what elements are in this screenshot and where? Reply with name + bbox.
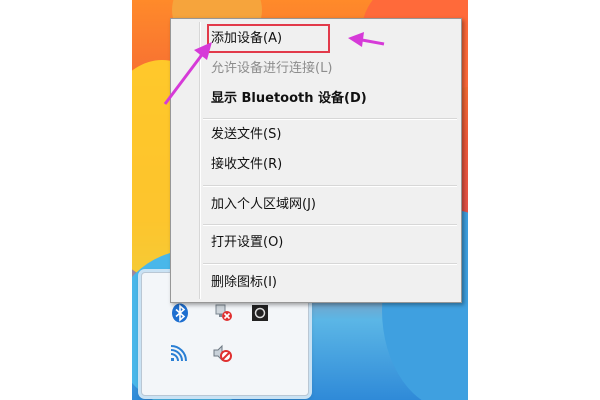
menu-separator xyxy=(203,263,457,265)
menu-item-show-devices[interactable]: 显示 Bluetooth 设备(D) xyxy=(211,89,367,109)
menu-item-receive-file[interactable]: 接收文件(R) xyxy=(211,155,282,175)
wifi-icon[interactable] xyxy=(169,344,189,364)
menu-separator xyxy=(203,185,457,187)
network-error-icon[interactable] xyxy=(214,303,234,323)
menu-item-join-pan[interactable]: 加入个人区域网(J) xyxy=(211,195,316,215)
menu-item-send-file[interactable]: 发送文件(S) xyxy=(211,125,281,145)
menu-item-remove-icon[interactable]: 删除图标(I) xyxy=(211,273,277,293)
media-icon[interactable] xyxy=(250,303,270,323)
menu-item-open-settings[interactable]: 打开设置(O) xyxy=(211,233,283,253)
menu-icon-gutter xyxy=(199,22,200,299)
bluetooth-context-menu: 添加设备(A) 允许设备进行连接(L) 显示 Bluetooth 设备(D) 发… xyxy=(170,18,462,303)
menu-separator xyxy=(203,118,457,120)
volume-muted-icon[interactable] xyxy=(212,343,232,363)
menu-item-add-device[interactable]: 添加设备(A) xyxy=(211,29,282,49)
menu-item-allow-connect: 允许设备进行连接(L) xyxy=(211,61,333,76)
menu-separator xyxy=(203,224,457,226)
bluetooth-icon[interactable] xyxy=(170,303,190,323)
